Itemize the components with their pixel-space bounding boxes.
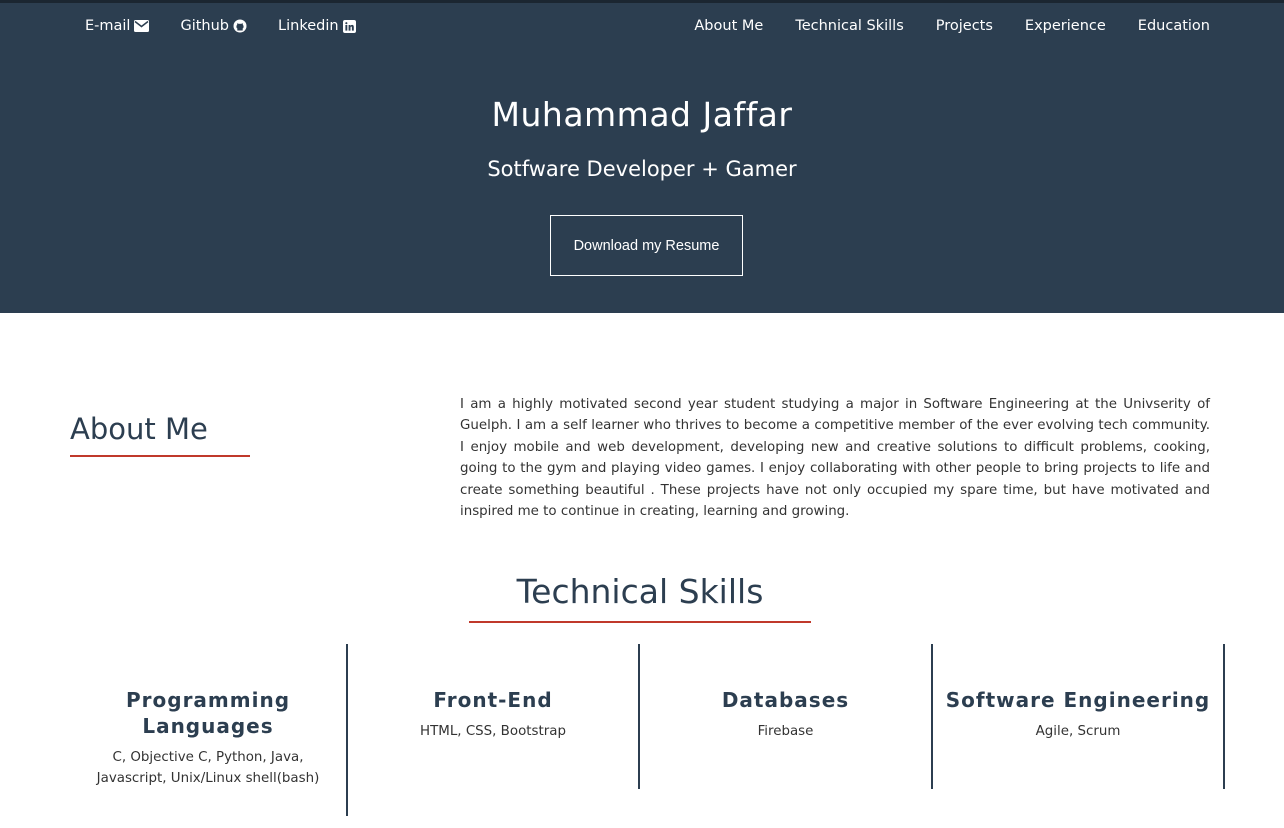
skill-card-title: Software Engineering [945,688,1211,712]
skill-card-items: C, Objective C, Python, Java, Javascript… [96,750,320,786]
nav-technical-skills-link[interactable]: Technical Skills [795,17,903,35]
envelope-icon [134,20,150,32]
about-text: I am a highly motivated second year stud… [460,397,1210,520]
hero-tagline: Sotfware Developer + Gamer [487,157,797,181]
nav-experience-link[interactable]: Experience [1025,17,1106,35]
technical-skills-underline [469,621,811,623]
skill-card-items: Agile, Scrum [1035,724,1121,739]
skill-card-title: Front-End [433,688,553,712]
nav-linkedin-label: Linkedin [278,18,339,34]
hero-name: Muhammad Jaffar [491,95,793,134]
technical-skills-heading: Technical Skills [516,572,764,611]
nav-github-link[interactable]: Github [180,17,247,35]
nav-projects-link[interactable]: Projects [936,17,993,35]
nav-education-link[interactable]: Education [1138,17,1210,35]
linkedin-icon [342,19,356,33]
skill-card-databases: Databases Firebase [640,644,933,789]
skill-card-title: Databases [721,688,850,712]
skill-card-software-engineering: Software Engineering Agile, Scrum [933,644,1225,789]
skill-card-programming-languages: Programming Languages C, Objective C, Py… [70,644,348,816]
about-underline [70,455,250,457]
skill-card-items: HTML, CSS, Bootstrap [420,724,566,739]
github-icon [233,19,247,33]
download-resume-button[interactable]: Download my Resume [550,215,743,276]
nav-email-link[interactable]: E-mail [85,17,150,35]
contact-nav: E-mail Github Linkedin [85,17,387,35]
nav-email-label: E-mail [85,18,131,34]
skill-card-front-end: Front-End HTML, CSS, Bootstrap [348,644,640,789]
hero-banner: E-mail Github Linkedin About Me Technica… [0,0,1284,313]
nav-linkedin-link[interactable]: Linkedin [278,17,356,35]
about-heading: About Me [70,412,208,446]
skill-card-title: Programming Languages [125,688,291,738]
nav-about-link[interactable]: About Me [694,17,763,35]
skill-card-items: Firebase [757,724,814,739]
section-nav: About Me Technical Skills Projects Exper… [662,17,1210,35]
nav-github-label: Github [180,18,230,34]
